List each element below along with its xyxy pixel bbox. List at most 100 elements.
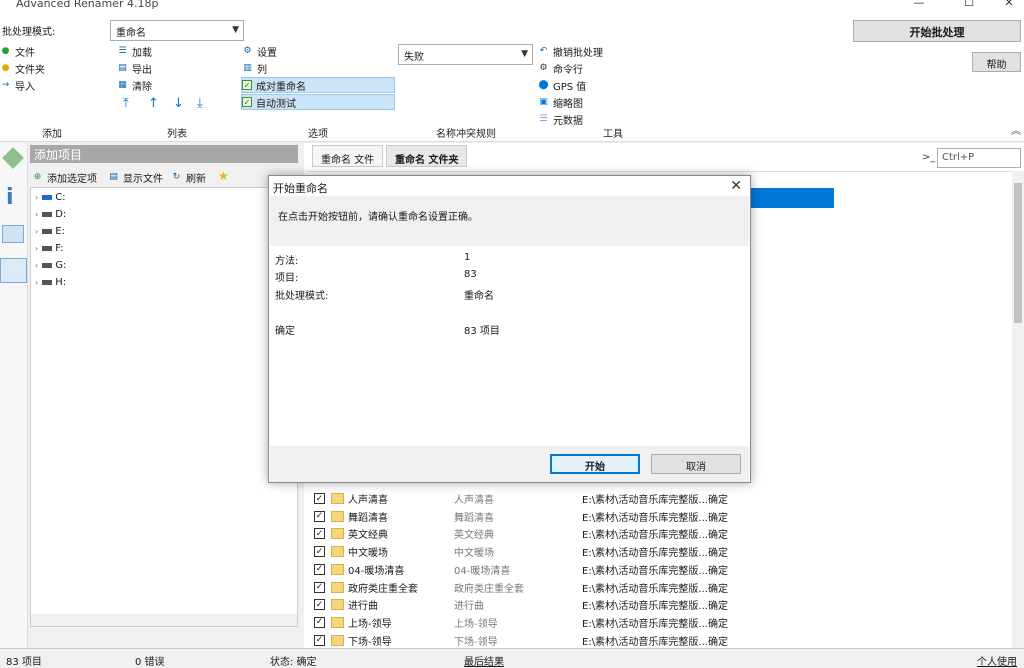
row-checkbox[interactable]: ✓: [314, 528, 325, 540]
row-new-name: 人声清喜: [454, 495, 494, 506]
move-down-icon[interactable]: ↓: [173, 96, 184, 111]
method-label: 方法:: [275, 256, 299, 267]
export-button[interactable]: ▤ 导出: [117, 60, 152, 76]
conflict-rule-select[interactable]: 失败 ▼: [398, 44, 533, 65]
gps-button[interactable]: ⬤ GPS 值: [538, 77, 586, 93]
row-name: 进行曲: [348, 601, 378, 613]
tree-node-drive[interactable]: › C:: [35, 192, 66, 203]
refresh-button[interactable]: ↻ 刷新: [171, 169, 206, 185]
row-name: 下场-领导: [348, 636, 392, 648]
settings-button[interactable]: ⚙ 设置: [242, 43, 277, 59]
confirm-value: 83 项目: [464, 326, 500, 337]
table-row[interactable]: ✓ 政府类庄重全套 政府类庄重全套 E:\素材\活动音乐库完整版...确定: [312, 579, 1012, 596]
thumbnail-button[interactable]: ▣ 缩略图: [538, 94, 583, 110]
drive-label: G:: [55, 260, 67, 271]
start-button[interactable]: 开始: [550, 454, 640, 474]
items-value: 83: [464, 269, 477, 280]
expand-icon: ›: [35, 193, 39, 202]
group-label-list: 列表: [167, 129, 187, 140]
collapse-ribbon-icon[interactable]: ︽: [1011, 122, 1021, 137]
expand-icon: ›: [35, 227, 39, 236]
move-top-icon[interactable]: ⤒: [123, 96, 129, 111]
move-bottom-icon[interactable]: ⤓: [197, 96, 203, 111]
row-checkbox[interactable]: ✓: [314, 563, 325, 575]
show-files-button[interactable]: ▤ 显示文件: [108, 169, 163, 185]
table-row[interactable]: ✓ 上场-领导 上场-领导 E:\素材\活动音乐库完整版...确定: [312, 614, 1012, 631]
tab-rename-folders[interactable]: 重命名 文件夹: [386, 145, 468, 167]
image-icon[interactable]: [2, 225, 24, 243]
settings-label: 设置: [257, 47, 277, 59]
expand-icon: ›: [35, 210, 39, 219]
last-result-link[interactable]: 最后结果: [464, 653, 504, 668]
clear-icon: ▦: [118, 80, 127, 90]
check-icon: ✓: [242, 80, 252, 90]
command-line-button[interactable]: ⚙ 命令行: [538, 60, 583, 76]
drive-icon: [42, 246, 53, 251]
close-button[interactable]: ✕: [994, 0, 1024, 12]
tree-node-drive[interactable]: › G:: [35, 260, 66, 271]
check-icon: ✓: [242, 97, 252, 107]
maximize-button[interactable]: ☐: [954, 0, 984, 12]
minimize-button[interactable]: —: [904, 0, 934, 12]
table-row[interactable]: ✓ 04-暖场清喜 04-暖场清喜 E:\素材\活动音乐库完整版...确定: [312, 561, 1012, 578]
row-checkbox[interactable]: ✓: [314, 599, 325, 611]
metadata-button[interactable]: ☰ 元数据: [538, 111, 583, 127]
horizontal-scrollbar[interactable]: [31, 614, 297, 626]
start-batch-button[interactable]: 开始批处理: [853, 20, 1021, 42]
star-icon[interactable]: ★: [218, 169, 229, 183]
cancel-button[interactable]: 取消: [651, 454, 741, 474]
tree-node-drive[interactable]: › D:: [35, 209, 66, 220]
row-checkbox[interactable]: ✓: [314, 634, 325, 646]
row-path: E:\素材\活动音乐库完整版...确定: [582, 636, 728, 648]
add-file-button[interactable]: ● 文件: [0, 43, 35, 59]
add-items-panel: 添加项目 ⊕ 添加选定项 ▤ 显示文件 ↻ 刷新 ★ › C: › D: › E: ›…: [28, 143, 300, 648]
import-icon: →: [1, 80, 10, 90]
license-link[interactable]: 个人使用: [977, 653, 1017, 668]
tree-node-drive[interactable]: › H:: [35, 277, 66, 288]
pair-rename-toggle[interactable]: ✓ 成对重命名: [241, 77, 395, 93]
expand-icon: ›: [35, 261, 39, 270]
tab-rename-files[interactable]: 重命名 文件: [312, 145, 384, 167]
row-checkbox[interactable]: ✓: [314, 616, 325, 628]
auto-test-label: 自动测试: [256, 98, 296, 110]
row-path: E:\素材\活动音乐库完整版...确定: [582, 512, 728, 524]
row-checkbox[interactable]: ✓: [314, 581, 325, 593]
folder-panel-icon[interactable]: [0, 258, 27, 283]
row-checkbox[interactable]: ✓: [314, 546, 325, 558]
columns-button[interactable]: ▥ 列: [242, 60, 267, 76]
add-selected-button[interactable]: ⊕ 添加选定项: [32, 169, 97, 185]
table-row[interactable]: ✓ 人声清喜 人声清喜 E:\素材\活动音乐库完整版...确定: [312, 490, 1012, 507]
auto-test-toggle[interactable]: ✓ 自动测试: [241, 94, 395, 110]
load-button[interactable]: ☰ 加载: [117, 43, 152, 59]
row-checkbox[interactable]: ✓: [314, 510, 325, 522]
folder-icon: [331, 546, 344, 558]
info-icon[interactable]: i: [6, 185, 14, 210]
command-input[interactable]: Ctrl+P: [937, 148, 1021, 168]
row-new-name: 进行曲: [454, 601, 484, 613]
add-folder-button[interactable]: ● 文件夹: [0, 60, 45, 76]
import-button[interactable]: → 导入: [0, 77, 35, 93]
help-button[interactable]: 帮助: [972, 52, 1021, 72]
dialog-close-icon[interactable]: ✕: [730, 178, 742, 194]
move-up-icon[interactable]: ↑: [148, 96, 159, 111]
method-value: 1: [464, 252, 471, 263]
table-row[interactable]: ✓ 中文暖场 中文暖场 E:\素材\活动音乐库完整版...确定: [312, 543, 1012, 560]
row-checkbox[interactable]: ✓: [314, 493, 325, 504]
tree-node-drive[interactable]: › E:: [35, 226, 65, 237]
layers-icon[interactable]: [2, 147, 24, 169]
tree-node-drive[interactable]: › F:: [35, 243, 64, 254]
table-row[interactable]: ✓ 下场-领导 下场-领导 E:\素材\活动音乐库完整版...确定: [312, 632, 1012, 649]
clear-button[interactable]: ▦ 清除: [117, 77, 152, 93]
load-icon: ☰: [118, 46, 127, 56]
batch-mode-select[interactable]: 重命名 ▼: [110, 20, 244, 41]
metadata-icon: ☰: [539, 114, 548, 124]
table-row[interactable]: ✓ 进行曲 进行曲 E:\素材\活动音乐库完整版...确定: [312, 596, 1012, 613]
table-row[interactable]: ✓ 英文经典 英文经典 E:\素材\活动音乐库完整版...确定: [312, 525, 1012, 542]
undo-batch-button[interactable]: ↶ 撤销批处理: [538, 43, 603, 59]
table-row[interactable]: ✓ 舞蹈清喜 舞蹈清喜 E:\素材\活动音乐库完整版...确定: [312, 508, 1012, 525]
drive-icon: [42, 212, 53, 217]
left-icon-bar: i: [0, 143, 28, 648]
row-path: E:\素材\活动音乐库完整版...确定: [582, 601, 728, 613]
vertical-scrollbar[interactable]: [1012, 171, 1024, 648]
scroll-thumb[interactable]: [1014, 183, 1022, 323]
